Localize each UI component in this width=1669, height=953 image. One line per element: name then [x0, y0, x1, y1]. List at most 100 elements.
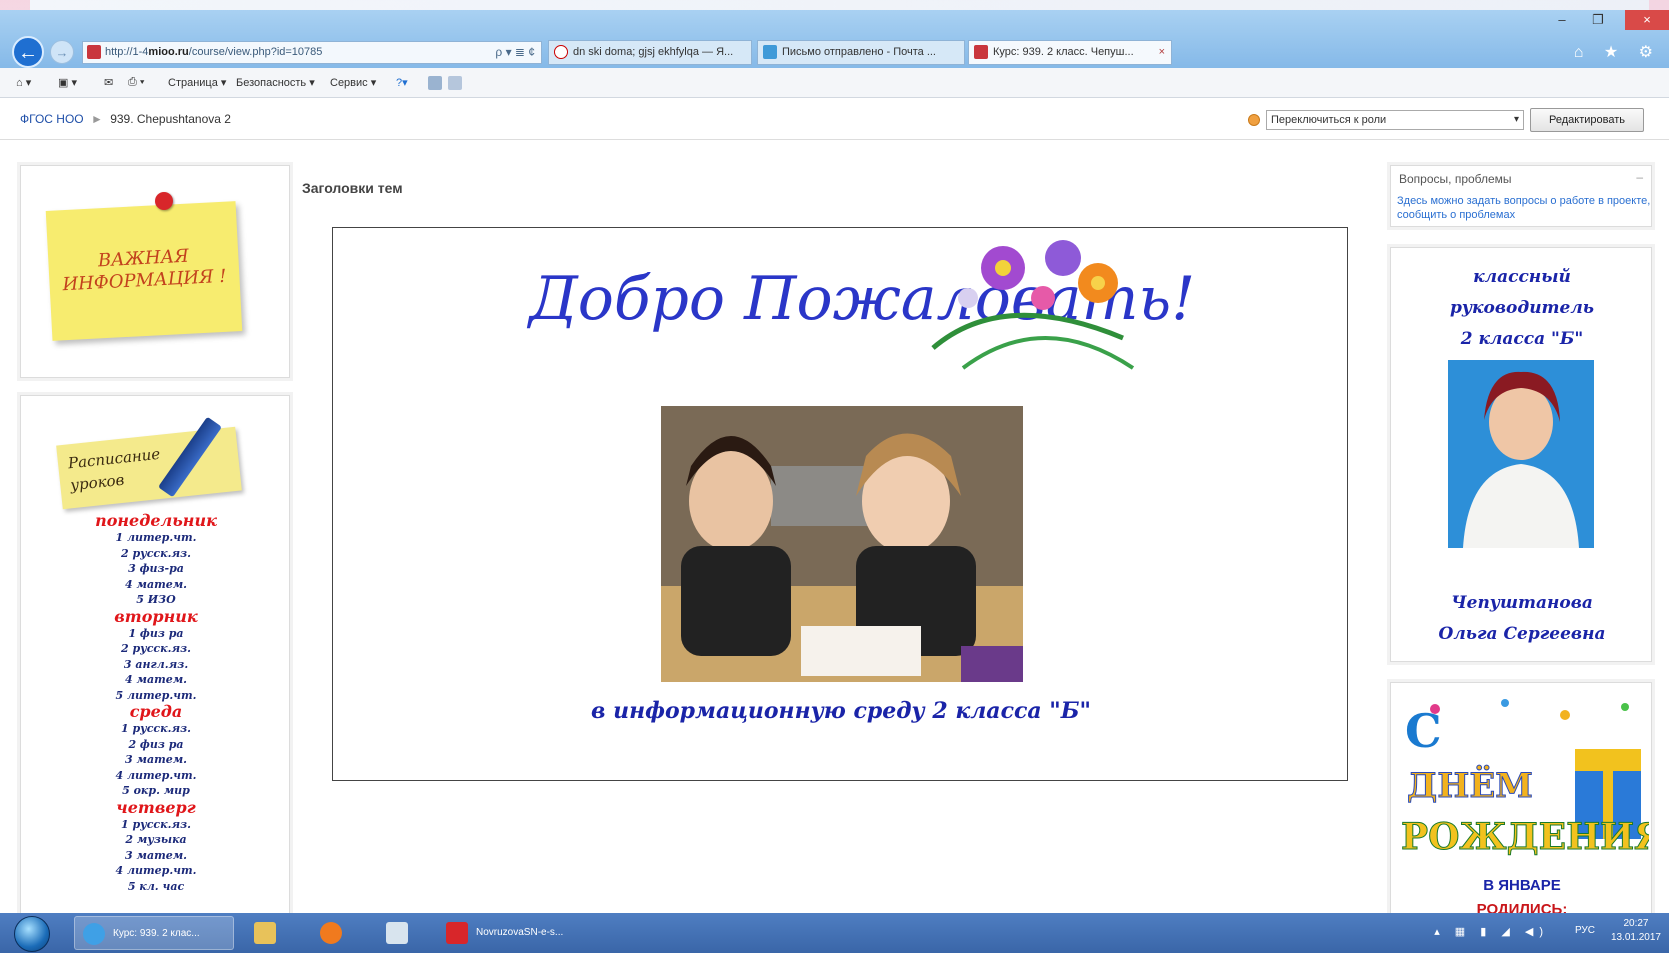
yandex-icon: [554, 45, 568, 59]
safety-menu[interactable]: Безопасность ▾: [236, 76, 315, 89]
schedule-list: понедельник 1 литер.чт. 2 русск.яз. 3 фи…: [21, 511, 289, 894]
schedule-lesson: 5 ИЗО: [136, 593, 176, 606]
schedule-lesson: 2 русск.яз.: [120, 642, 192, 655]
birthday-month: В ЯНВАРЕ: [1483, 877, 1561, 894]
tab-label: Курс: 939. 2 класс. Чепуш...: [993, 46, 1134, 58]
taskbar-item-ie[interactable]: Курс: 939. 2 клас...: [74, 916, 234, 950]
welcome-frame: Добро Пожаловать! в информационную среду…: [332, 227, 1348, 781]
important-info-block[interactable]: ВАЖНАЯ ИНФОРМАЦИЯ !: [20, 165, 290, 378]
birthday-banner: С ДНЁМ РОЖДЕНИЯ!: [1395, 689, 1649, 867]
schedule-block: Расписание уроков понедельник 1 литер.чт…: [20, 395, 290, 923]
browser-toolbar-icons[interactable]: ⌂ ★ ⚙: [1574, 42, 1661, 62]
role-select-value: Переключиться к роли: [1271, 114, 1387, 126]
schedule-lesson: 1 русск.яз.: [120, 817, 192, 831]
schedule-day: четверг: [116, 797, 196, 817]
schedule-day: понедельник: [95, 511, 217, 530]
address-scheme: http://1-4: [105, 46, 149, 58]
taskbar-item-pdf[interactable]: NovruzovaSN-e-s...: [438, 916, 598, 950]
command-bar: ⌂ ▾ ▣ ▾ ✉ ⎙ ▾ Страница ▾ Безопасность ▾ …: [0, 68, 1669, 98]
tab-course[interactable]: Курс: 939. 2 класс. Чепуш... ×: [968, 40, 1172, 65]
classroom-photo: [661, 406, 1023, 682]
collapse-icon[interactable]: –: [1636, 170, 1643, 184]
schedule-lesson: 4 матем.: [125, 577, 187, 591]
svg-text:РОЖДЕНИЯ!: РОЖДЕНИЯ!: [1401, 816, 1649, 858]
taskbar-item-firefox[interactable]: [312, 916, 360, 950]
address-bar[interactable]: http://1-4mioo.ru/course/view.php?id=107…: [82, 41, 542, 64]
schedule-lesson: 2 физ ра: [128, 737, 184, 751]
teacher-block: классный руководитель 2 класса "Б" Чепуш…: [1390, 247, 1652, 662]
close-tab-icon[interactable]: ×: [1159, 41, 1165, 64]
role-select[interactable]: Переключиться к роли ▾: [1266, 110, 1524, 130]
breadcrumb-root[interactable]: ФГОС НОО: [20, 112, 84, 126]
taskbar-item-app[interactable]: [378, 916, 426, 950]
schedule-lesson: 2 русск.яз.: [120, 546, 192, 560]
questions-block: Вопросы, проблемы – Здесь можно задать в…: [1390, 165, 1652, 227]
schedule-lesson: 1 русск.яз.: [120, 722, 192, 735]
restore-button[interactable]: ❐: [1583, 10, 1613, 30]
schedule-lesson: 3 матем.: [125, 753, 187, 766]
birthday-block: С ДНЁМ РОЖДЕНИЯ! В ЯНВАРЕ РОДИЛИСЬ:: [1390, 682, 1652, 923]
schedule-lesson: 3 матем.: [125, 848, 187, 862]
schedule-lesson: 4 литер.чт.: [115, 864, 197, 877]
schedule-lesson: 3 физ-ра: [128, 562, 184, 575]
section-heading: Заголовки тем: [302, 180, 403, 196]
teacher-role: классный руководитель 2 класса "Б": [1449, 267, 1595, 349]
system-tray-icons[interactable]: ▴ ▦ ▮ ◢ ◀): [1434, 925, 1549, 938]
pin-icon: [155, 192, 173, 210]
browser-tabbar: – ❐ × ← → http://1-4mioo.ru/course/view.…: [0, 10, 1669, 68]
folder-icon: [254, 922, 276, 944]
schedule-lesson: 5 кл. час: [127, 879, 185, 893]
flowers-decoration: [931, 240, 1135, 370]
address-path: /course/view.php?id=10785: [188, 46, 323, 58]
language-indicator[interactable]: РУС: [1575, 925, 1595, 936]
site-favicon: [87, 45, 101, 59]
browser-window: – ❐ × ← → http://1-4mioo.ru/course/view.…: [0, 10, 1669, 923]
schedule-lesson: 3 англ.яз.: [123, 657, 189, 671]
breadcrumb: ФГОС НОО ► 939. Chepushtanova 2: [20, 112, 231, 126]
teacher-photo: [1448, 360, 1594, 548]
mail-icon: [763, 45, 777, 59]
address-tools[interactable]: ρ ▾ ≣ ¢: [495, 42, 535, 63]
address-domain: mioo.ru: [148, 46, 189, 58]
close-window-button[interactable]: ×: [1625, 10, 1669, 30]
tab-yandex[interactable]: dn ski doma; gjsj ekhfylqa — Я...: [548, 40, 752, 65]
document-icon: [386, 922, 408, 944]
firefox-icon: [320, 922, 342, 944]
svg-text:С: С: [1405, 704, 1442, 758]
schedule-lesson: 1 физ ра: [128, 626, 184, 640]
home-icon[interactable]: ⌂ ▾: [16, 76, 31, 89]
tab-label: Письмо отправлено - Почта ...: [782, 46, 936, 58]
edit-button[interactable]: Редактировать: [1530, 108, 1644, 132]
minimize-button[interactable]: –: [1547, 10, 1577, 30]
service-menu[interactable]: Сервис ▾: [330, 76, 376, 89]
important-note-text: ВАЖНАЯ ИНФОРМАЦИЯ !: [61, 245, 228, 296]
welcome-subtitle: в информационную среду 2 класса "Б": [590, 698, 1091, 724]
ie-icon: [83, 923, 105, 945]
schedule-lesson: 1 литер.чт.: [115, 531, 197, 544]
print-icon[interactable]: ⎙ ▾: [128, 76, 144, 89]
help-icon[interactable]: ?▾: [396, 76, 408, 89]
taskbar-item-explorer[interactable]: [246, 916, 294, 950]
schedule-day: вторник: [114, 606, 198, 626]
research-icon: [428, 76, 442, 90]
clock[interactable]: 20:27 13.01.2017: [1611, 917, 1661, 945]
mail-icon[interactable]: ✉: [104, 76, 113, 89]
teacher-name: Чепуштанова Ольга Сергеевна: [1438, 593, 1606, 644]
page-menu[interactable]: Страница ▾: [168, 76, 226, 89]
tab-mail[interactable]: Письмо отправлено - Почта ...: [757, 40, 965, 65]
back-button[interactable]: ←: [12, 36, 44, 68]
taskbar: Курс: 939. 2 клас... NovruzovaSN-e-s... …: [0, 913, 1669, 953]
translate-icon: [448, 76, 462, 90]
feeds-icon[interactable]: ▣ ▾: [58, 76, 77, 89]
chevron-down-icon: ▾: [1513, 114, 1519, 125]
schedule-sticky-note[interactable]: Расписание уроков: [56, 426, 242, 510]
start-button[interactable]: [14, 916, 50, 952]
questions-link[interactable]: Здесь можно задать вопросы о работе в пр…: [1397, 194, 1653, 222]
schedule-lesson: 4 литер.чт.: [115, 768, 197, 782]
forward-button[interactable]: →: [50, 40, 74, 64]
schedule-lesson: 5 литер.чт.: [115, 688, 197, 702]
breadcrumb-separator: ►: [90, 112, 103, 126]
important-sticky-note[interactable]: ВАЖНАЯ ИНФОРМАЦИЯ !: [45, 201, 243, 341]
schedule-lesson: 2 музыка: [125, 833, 187, 846]
schedule-lesson: 4 матем.: [125, 673, 187, 686]
